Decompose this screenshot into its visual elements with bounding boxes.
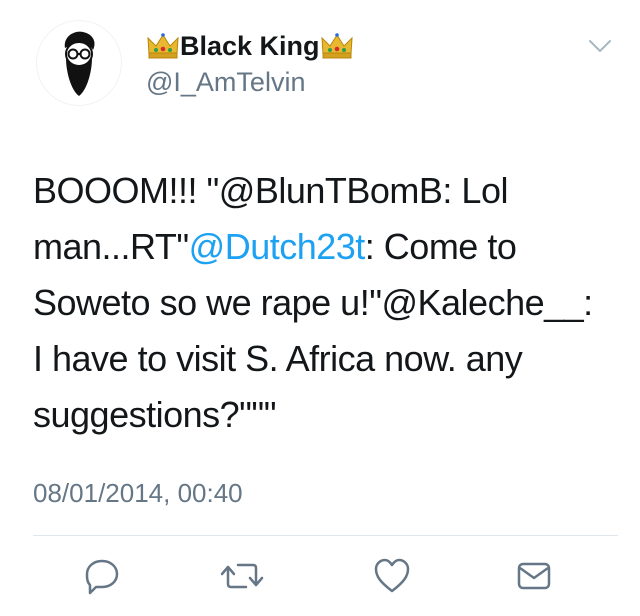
reply-icon xyxy=(85,559,119,595)
reply-button[interactable] xyxy=(80,554,124,598)
tweet-text: BOOOM!!! "@BlunTBomB: Lol man...RT"@Dutc… xyxy=(33,163,603,443)
avatar[interactable] xyxy=(36,20,122,106)
tweet-timestamp[interactable]: 08/01/2014, 00:40 xyxy=(33,478,243,509)
retweet-button[interactable] xyxy=(220,554,264,598)
direct-message-button[interactable] xyxy=(512,554,556,598)
crown-icon xyxy=(320,33,353,59)
display-name: Black King xyxy=(180,31,320,61)
retweet-icon xyxy=(220,563,264,589)
divider xyxy=(33,535,618,536)
action-bar xyxy=(0,554,640,604)
heart-icon xyxy=(374,558,410,593)
crown-icon xyxy=(147,33,179,59)
user-handle[interactable]: @I_AmTelvin xyxy=(146,66,354,98)
display-name-row[interactable]: Black King xyxy=(146,30,354,62)
envelope-icon xyxy=(517,562,551,590)
user-info: Black King @I_AmTelvin xyxy=(146,30,354,98)
like-button[interactable] xyxy=(370,554,414,598)
tweet-card: Black King @I_AmTelvin BOOOM!!! "@BlunTB… xyxy=(0,0,640,616)
bearded-man-icon xyxy=(64,31,95,96)
chevron-down-icon[interactable] xyxy=(588,38,612,54)
mention-link[interactable]: @Dutch23t xyxy=(189,226,366,267)
